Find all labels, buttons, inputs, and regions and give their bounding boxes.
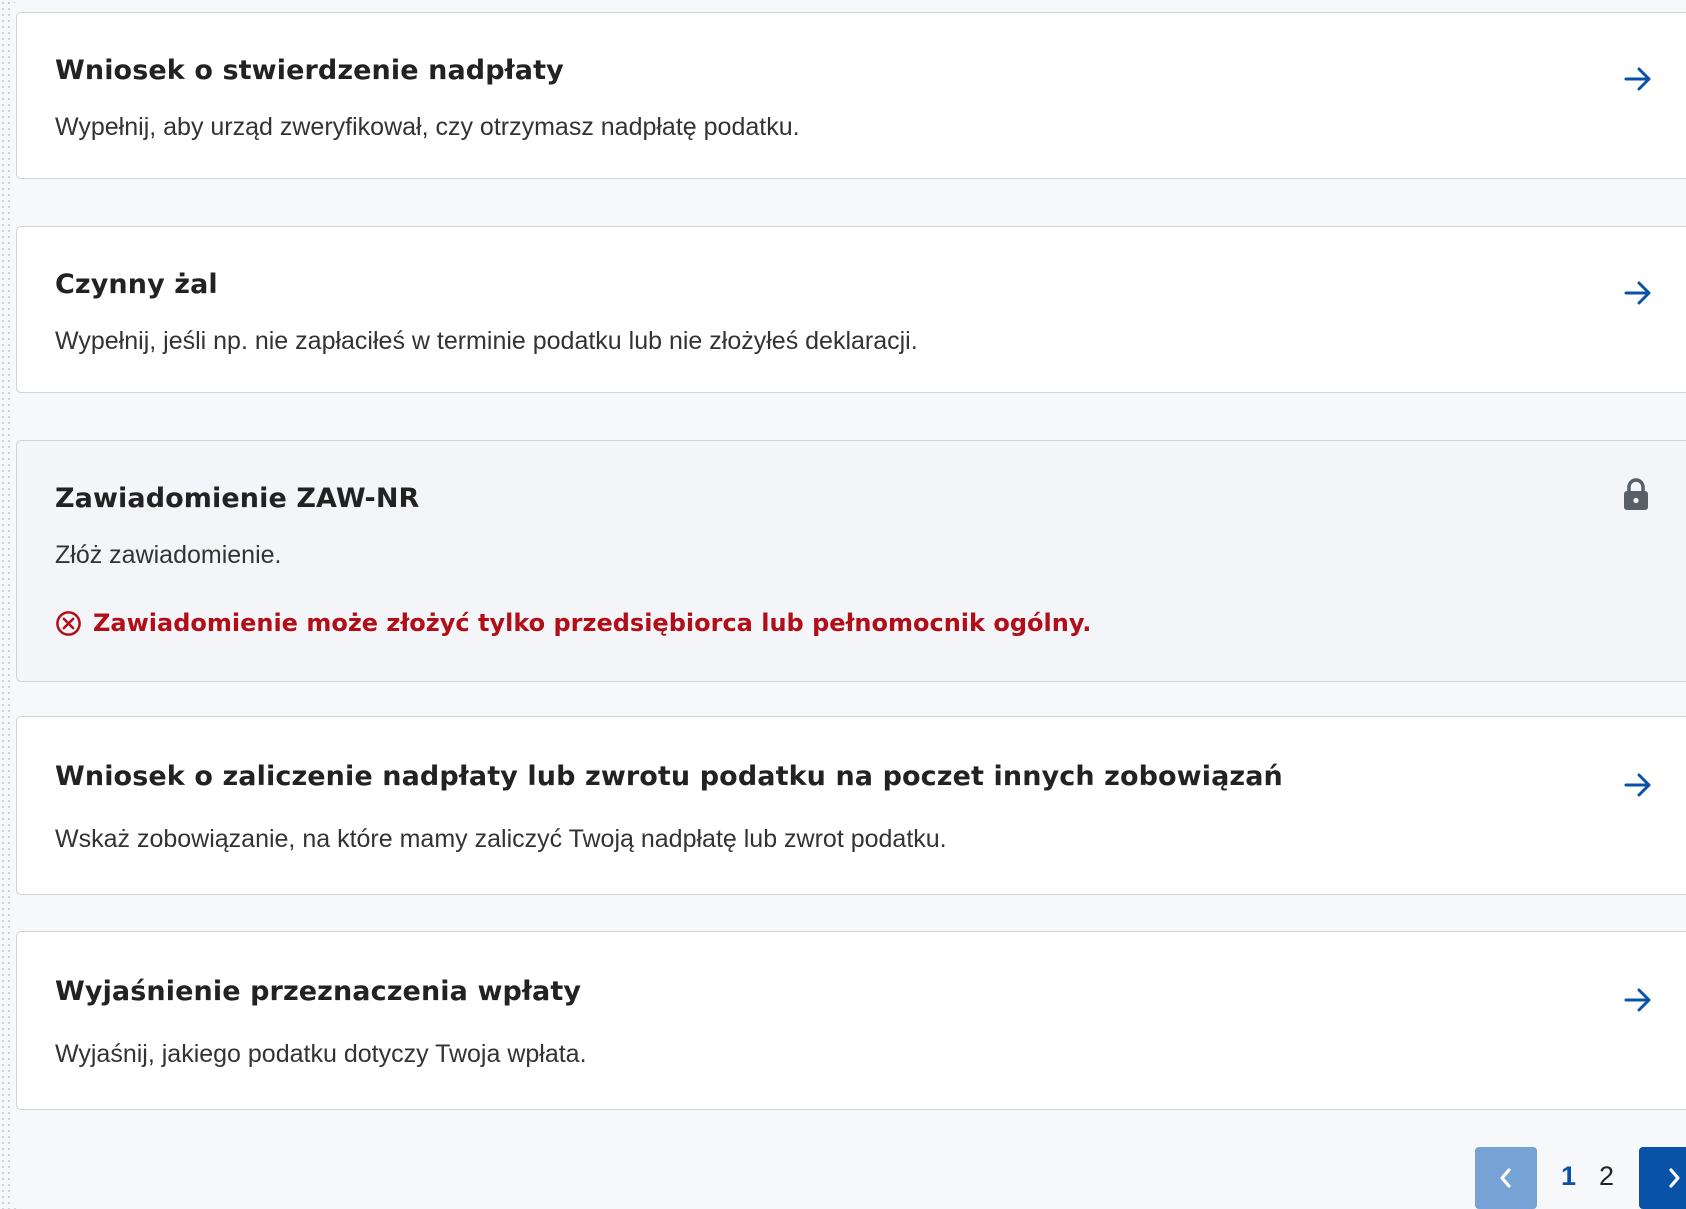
arrow-right-icon[interactable] — [1624, 281, 1652, 305]
card-description: Wskaż zobowiązanie, na które mamy zalicz… — [55, 825, 947, 853]
next-page-button[interactable] — [1639, 1147, 1686, 1209]
chevron-right-icon — [1669, 1168, 1680, 1188]
previous-page-button[interactable] — [1475, 1147, 1537, 1209]
lock-icon — [1624, 478, 1648, 510]
card-payment-purpose-explanation[interactable]: Wyjaśnienie przeznaczenia wpłaty Wyjaśni… — [16, 931, 1686, 1110]
content-panel: Wniosek o stwierdzenie nadpłaty Wypełnij… — [12, 0, 1686, 1209]
arrow-right-icon[interactable] — [1624, 67, 1652, 91]
chevron-left-icon — [1500, 1168, 1511, 1188]
card-title: Wyjaśnienie przeznaczenia wpłaty — [55, 976, 582, 1007]
card-description: Wypełnij, aby urząd zweryfikował, czy ot… — [55, 113, 800, 141]
card-title: Czynny żal — [55, 269, 218, 300]
card-overpayment-offset-request[interactable]: Wniosek o zaliczenie nadpłaty lub zwrotu… — [16, 716, 1686, 895]
card-title: Wniosek o zaliczenie nadpłaty lub zwrotu… — [55, 761, 1283, 792]
card-overpayment-request[interactable]: Wniosek o stwierdzenie nadpłaty Wypełnij… — [16, 12, 1686, 179]
card-description: Wypełnij, jeśli np. nie zapłaciłeś w ter… — [55, 327, 918, 355]
card-description: Wyjaśnij, jakiego podatku dotyczy Twoja … — [55, 1040, 587, 1068]
card-title: Wniosek o stwierdzenie nadpłaty — [55, 55, 564, 86]
arrow-right-icon[interactable] — [1624, 988, 1652, 1012]
arrow-right-icon[interactable] — [1624, 773, 1652, 797]
error-message: Zawiadomienie może złożyć tylko przedsię… — [55, 607, 1091, 639]
card-active-regret[interactable]: Czynny żal Wypełnij, jeśli np. nie zapła… — [16, 226, 1686, 393]
page-number-1[interactable]: 1 — [1561, 1161, 1576, 1192]
error-circle-x-icon — [56, 610, 81, 636]
card-description: Złóż zawiadomienie. — [55, 541, 282, 569]
card-title: Zawiadomienie ZAW-NR — [55, 483, 420, 514]
card-zaw-nr-notification: Zawiadomienie ZAW-NR Złóż zawiadomienie.… — [16, 440, 1686, 682]
error-text: Zawiadomienie może złożyć tylko przedsię… — [93, 609, 1092, 637]
page-number-2[interactable]: 2 — [1599, 1161, 1614, 1192]
